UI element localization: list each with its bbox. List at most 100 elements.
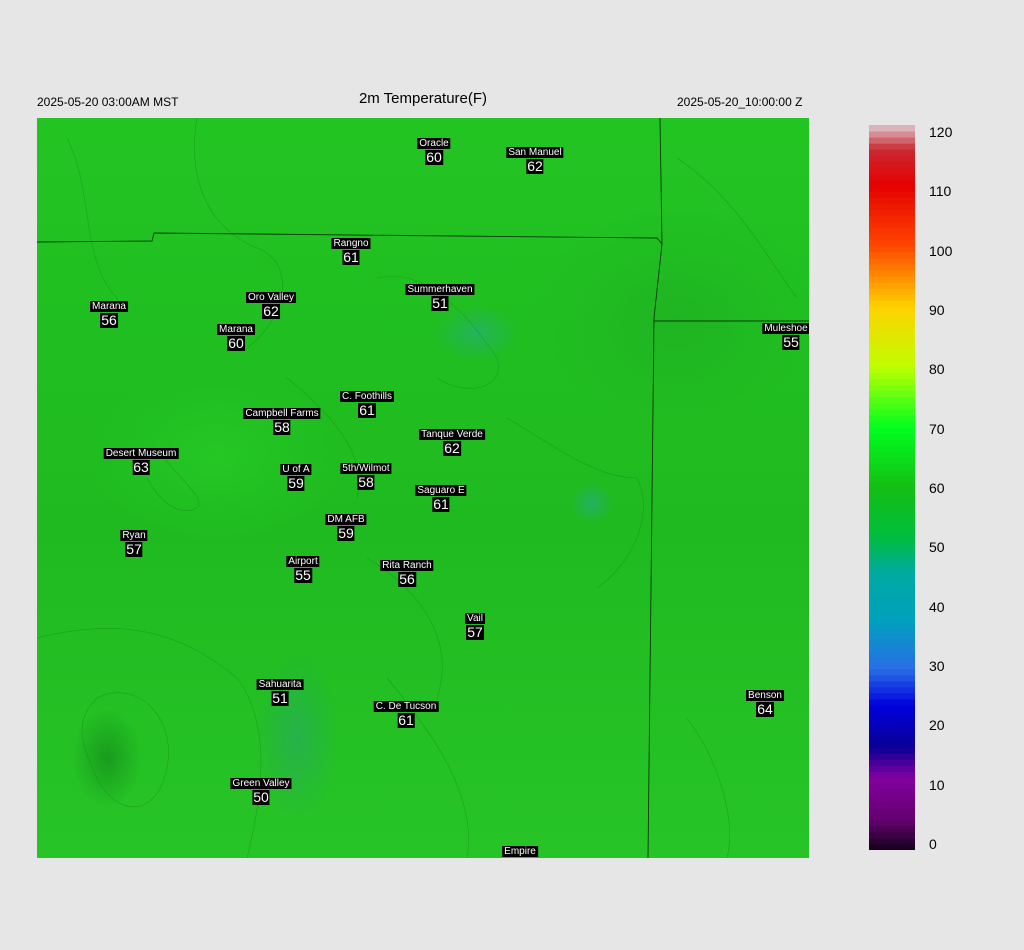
station-value: 62: [526, 158, 544, 174]
colorbar-segment: [869, 819, 915, 827]
colorbar-segment: [869, 451, 915, 458]
colorbar-segment: [869, 348, 915, 356]
colorbar-segment: [869, 795, 915, 803]
colorbar-segment: [869, 149, 915, 156]
colorbar-segment: [869, 209, 915, 217]
station-label: Green Valley 50: [230, 778, 292, 805]
colorbar-segment: [869, 257, 915, 265]
station-name: Saguaro E: [415, 485, 467, 496]
colorbar-segment: [869, 831, 915, 839]
station-value: 62: [262, 303, 280, 319]
colorbar-segment: [869, 318, 915, 325]
station-value: 51: [271, 690, 289, 706]
station-name: Benson: [746, 690, 784, 701]
colorbar-segment: [869, 125, 915, 132]
station-label: Ryan 57: [120, 530, 148, 557]
station-value: 59: [337, 525, 355, 541]
station-value: 58: [273, 419, 291, 435]
colorbar-segment: [869, 282, 915, 289]
colorbar-segment: [869, 656, 915, 664]
colorbar-segment: [869, 505, 915, 513]
colorbar-segment: [869, 620, 915, 627]
colorbar-segment: [869, 330, 915, 337]
colorbar-segment: [869, 433, 915, 440]
colorbar-segment: [869, 560, 915, 567]
station-value: 61: [358, 402, 376, 418]
colorbar-segment: [869, 306, 915, 313]
colorbar-segment: [869, 396, 915, 404]
colorbar-tick-label: 40: [929, 598, 945, 615]
colorbar-segment: [869, 578, 915, 585]
colorbar-segment: [869, 741, 915, 748]
colorbar-segment: [869, 384, 915, 392]
valid-time-label: 2025-05-20_10:00:00 Z: [677, 95, 803, 109]
station-name: Desert Museum: [103, 448, 179, 459]
station-value: 64: [756, 701, 774, 717]
colorbar-segment: [869, 270, 915, 277]
colorbar-segment: [869, 777, 915, 785]
station-name: Rangno: [331, 238, 371, 249]
station-label: Saguaro E 61: [415, 485, 467, 512]
station-label: Desert Museum 63: [103, 448, 179, 475]
colorbar-segment: [869, 638, 915, 646]
colorbar-segment: [869, 354, 915, 362]
colorbar-segment: [869, 517, 915, 525]
colorbar-segment: [869, 372, 915, 380]
colorbar-segment: [869, 215, 915, 223]
colorbar-segment: [869, 729, 915, 736]
station-label: Rangno 61: [331, 238, 371, 265]
colorbar-segment: [869, 342, 915, 350]
colorbar-segment: [869, 584, 915, 591]
colorbar-segment: [869, 566, 915, 573]
station-value: 61: [432, 496, 450, 512]
colorbar-tick-label: 50: [929, 539, 945, 556]
station-name: C. Foothills: [339, 391, 395, 402]
colorbar-segment: [869, 843, 915, 850]
colorbar-tick-label: 20: [929, 717, 945, 734]
colorbar-segment: [869, 668, 915, 676]
colorbar-segment: [869, 572, 915, 579]
colorbar-segment: [869, 614, 915, 621]
colorbar-segment: [869, 686, 915, 694]
colorbar-segment: [869, 692, 915, 700]
station-name: Marana: [90, 301, 128, 312]
colorbar-segment: [869, 445, 915, 452]
colorbar-segment: [869, 602, 915, 609]
station-label: Empire: [502, 846, 538, 857]
station-name: San Manuel: [506, 147, 564, 158]
colorbar-segment: [869, 783, 915, 791]
colorbar-segment: [869, 427, 915, 434]
station-name: Rita Ranch: [380, 560, 434, 571]
station-value: 51: [431, 295, 449, 311]
colorbar-segment: [869, 137, 915, 144]
station-name: Summerhaven: [405, 284, 475, 295]
station-name: 5th/Wilmot: [340, 463, 392, 474]
colorbar-tick-label: 110: [929, 183, 952, 200]
station-value: 55: [782, 334, 800, 350]
station-label: Oracle 60: [417, 138, 451, 165]
colorbar-segment: [869, 312, 915, 319]
station-label: Tanque Verde 62: [419, 429, 485, 456]
colorbar-segment: [869, 155, 915, 162]
station-label: 5th/Wilmot 58: [340, 463, 392, 490]
station-label: DM AFB 59: [325, 514, 367, 541]
colorbar-segment: [869, 288, 915, 295]
station-label: Sahuarita 51: [256, 679, 304, 706]
colorbar-segment: [869, 801, 915, 809]
colorbar-segment: [869, 227, 915, 235]
colorbar-segment: [869, 131, 915, 138]
colorbar-segment: [869, 197, 915, 205]
colorbar-segment: [869, 487, 915, 495]
temperature-map: Oracle 60 San Manuel 62 Rangno 61 Summerhaven 5…: [37, 118, 809, 858]
colorbar-tick-label: 70: [929, 420, 945, 437]
station-value: 57: [125, 541, 143, 557]
colorbar-segment: [869, 511, 915, 519]
colorbar-segment: [869, 276, 915, 283]
colorbar-segment: [869, 789, 915, 797]
colorbar-segment: [869, 324, 915, 331]
station-label: Muleshoe R55: [762, 323, 809, 350]
colorbar-segment: [869, 674, 915, 682]
colorbar-segment: [869, 529, 915, 537]
colorbar-segment: [869, 457, 915, 464]
colorbar-segment: [869, 233, 915, 241]
